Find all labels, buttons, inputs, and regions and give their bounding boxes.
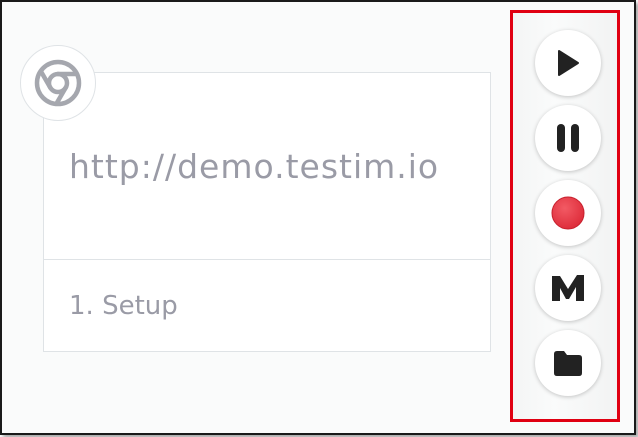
play-button[interactable] [535, 30, 601, 96]
record-icon [551, 196, 585, 230]
step-label[interactable]: 1. Setup [44, 261, 490, 351]
pause-icon [557, 124, 579, 152]
step-url: http://demo.testim.io [44, 73, 490, 260]
chrome-icon [34, 59, 82, 107]
folder-button[interactable] [535, 330, 601, 396]
folder-icon [554, 351, 582, 376]
toolbar-panel [510, 10, 620, 422]
window-frame: http://demo.testim.io 1. Setup [0, 0, 636, 435]
testim-logo-button[interactable] [535, 255, 601, 321]
play-icon [558, 50, 579, 76]
pause-button[interactable] [535, 105, 601, 171]
record-button[interactable] [535, 180, 601, 246]
step-card[interactable]: http://demo.testim.io 1. Setup [43, 72, 491, 352]
testim-logo-icon [552, 275, 584, 301]
browser-badge [20, 45, 96, 121]
